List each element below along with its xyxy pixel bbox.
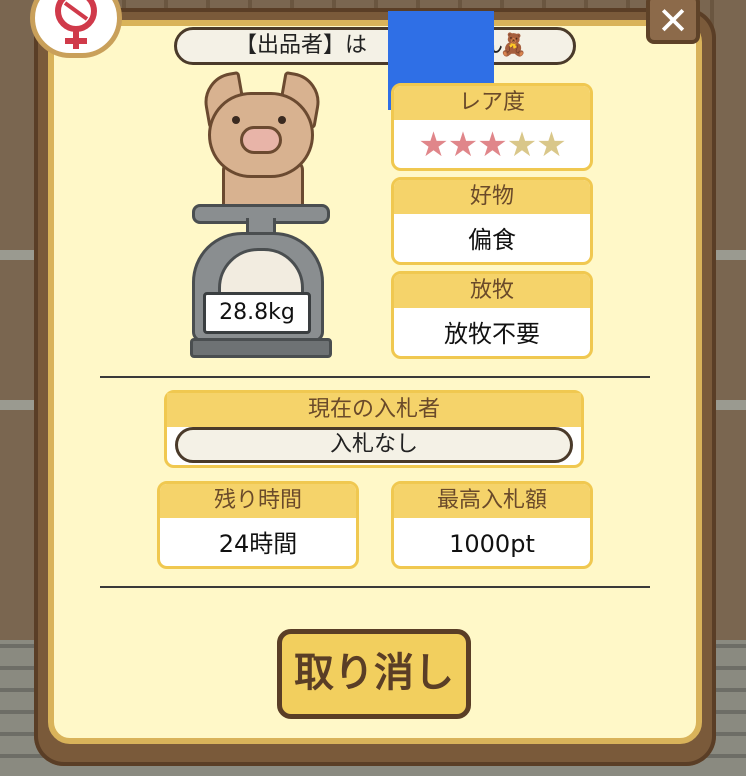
favorite-box: 好物 偏食 (391, 177, 593, 265)
divider (100, 586, 650, 588)
rarity-stars: ★★★★★ (394, 120, 590, 168)
time-left-box: 残り時間 24時間 (157, 481, 359, 569)
star-filled-icon: ★ (418, 125, 449, 165)
star-filled-icon: ★ (477, 125, 508, 165)
star-empty-icon: ★ (506, 125, 538, 165)
close-icon: ✕ (657, 0, 689, 43)
highest-bid-label: 最高入札額 (394, 484, 590, 518)
pig-eye (232, 116, 240, 124)
seller-bar: 【出品者】は ん 🧸 (174, 27, 576, 65)
time-left-value: 24時間 (218, 530, 298, 558)
grazing-box: 放牧 放牧不要 (391, 271, 593, 359)
rarity-label: レア度 (394, 86, 590, 120)
time-left-label: 残り時間 (160, 484, 356, 518)
rarity-box: レア度 ★★★★★ (391, 83, 593, 171)
weight-readout: 28.8kg (203, 292, 311, 334)
seller-label: 【出品者】は (235, 33, 368, 58)
star-filled-icon: ★ (447, 125, 479, 165)
highest-bid-value: 1000pt (449, 530, 535, 558)
grazing-label: 放牧 (394, 274, 590, 308)
pig-snout (240, 126, 282, 154)
favorite-value: 偏食 (468, 226, 516, 254)
current-bidder-box: 現在の入札者 入札なし (164, 390, 584, 468)
favorite-label: 好物 (394, 180, 590, 214)
highest-bid-box: 最高入札額 1000pt (391, 481, 593, 569)
grazing-value: 放牧不要 (444, 320, 540, 348)
cancel-button[interactable]: 取り消し (277, 629, 471, 719)
pig-eye (278, 116, 286, 124)
star-empty-icon: ★ (536, 125, 567, 165)
current-bidder-label: 現在の入札者 (167, 393, 581, 427)
female-badge-icon (30, 0, 122, 58)
close-button[interactable]: ✕ (646, 0, 700, 44)
divider (100, 376, 650, 378)
current-bidder-value: 入札なし (175, 427, 573, 463)
scale-base (190, 338, 332, 358)
bear-icon: 🧸 (499, 33, 527, 58)
